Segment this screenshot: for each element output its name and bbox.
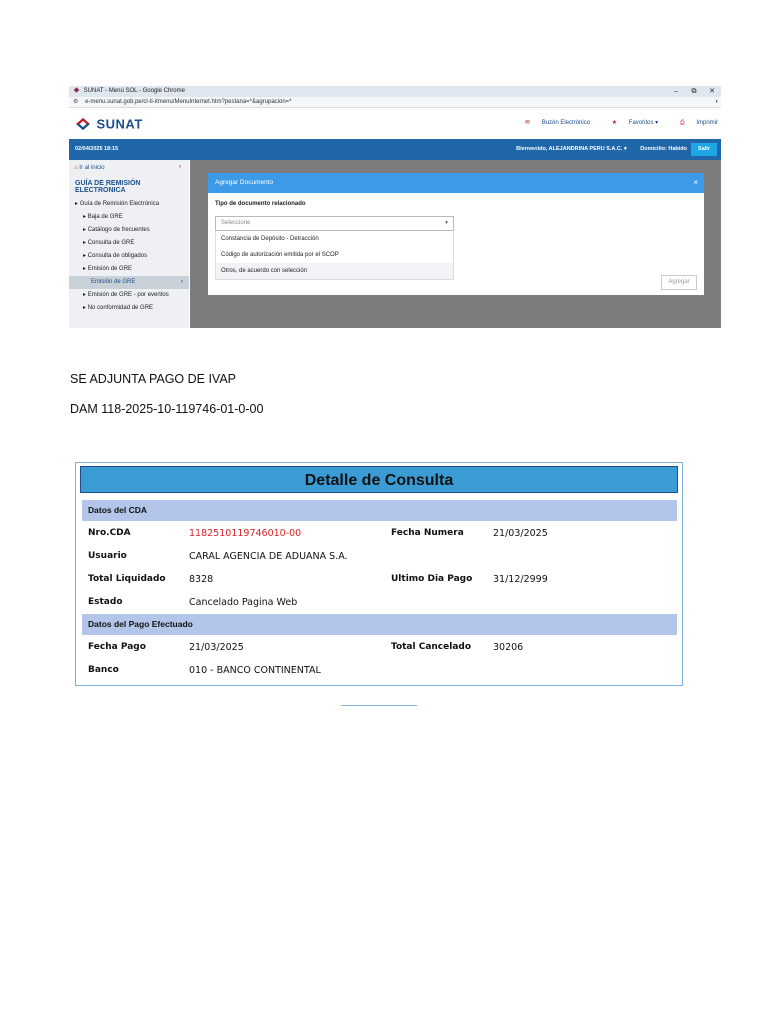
modal-title: Agregar Documento [215, 179, 274, 186]
total-liquidado-label: Total Liquidado [88, 574, 166, 584]
total-cancelado-value: 30206 [493, 642, 524, 653]
sunat-logo-icon [76, 117, 90, 130]
chevron-left-icon[interactable]: ‹ [179, 164, 181, 170]
sidebar-title: GUÍA DE REMISIÓN ELECTRÓNICA [75, 180, 141, 194]
sidebar-menu: ▸ Guía de Remisión Electrónica ▸ Baja de… [69, 198, 189, 315]
banco-label: Banco [88, 665, 119, 675]
section-pago-efectuado: Datos del Pago Efectuado [82, 614, 677, 635]
favoritos-link[interactable]: ★ Favoritos ▾ [602, 120, 658, 126]
fecha-pago-label: Fecha Pago [88, 642, 146, 652]
salir-button[interactable]: Salir [691, 143, 717, 156]
buzon-link[interactable]: ✉ Buzón Electrónico [515, 120, 590, 126]
site-settings-icon[interactable]: ⚙ [73, 99, 78, 105]
header-links: ✉ Buzón Electrónico ★ Favoritos ▾ ⎙ Impr… [505, 119, 718, 127]
tipo-documento-select[interactable]: Seleccione ▼ [215, 216, 454, 231]
select-options: Constancia de Depósito - Detracción Códi… [215, 231, 454, 280]
usuario-value: CARAL AGENCIA DE ADUANA S.A. [189, 551, 348, 562]
address-bar[interactable]: ⚙ e-menu.sunat.gob.pe/cl-ti-itmenu/MenuI… [69, 97, 721, 108]
sunat-favicon-icon [73, 87, 80, 94]
option-otros[interactable]: Otros, de acuerdo con selección [216, 263, 453, 279]
modal-header: Agregar Documento × [208, 173, 704, 193]
sidebar-home-link[interactable]: ⌂ Ir al inicio ‹ [69, 160, 189, 176]
fecha-pago-value: 21/03/2025 [189, 642, 244, 653]
close-icon[interactable]: × [693, 173, 698, 193]
ultimo-dia-label: Ultimo Dia Pago [391, 574, 473, 584]
sidebar-item-no-conformidad[interactable]: ▸ No conformidad de GRE [69, 302, 189, 315]
user-bar: 02/04/2025 18:15 Bienvenido, ALEJANDRINA… [69, 139, 721, 160]
ultimo-dia-value: 31/12/2999 [493, 574, 548, 585]
total-liquidado-value: 8328 [189, 574, 214, 585]
option-scop[interactable]: Código de autorización emitida por el SC… [216, 247, 453, 263]
window-controls: – ⧉ ✕ [667, 86, 721, 97]
modal-backdrop: Agregar Documento × Tipo de documento re… [190, 160, 721, 328]
sidebar-item-baja[interactable]: ▸ Baja de GRE [69, 211, 189, 224]
browser-title: SUNAT - Menú SOL - Google Chrome [83, 88, 185, 94]
sidebar-item-emision[interactable]: ▸ Emisión de GRE [69, 263, 189, 276]
sidebar-item-emision-eventos[interactable]: ▸ Emisión de GRE - por eventos [69, 289, 189, 302]
welcome-user[interactable]: Bienvenido, ALEJANDRINA PERU S.A.C. ▾ [504, 146, 627, 152]
restore-button[interactable]: ⧉ [685, 86, 703, 97]
browser-title-bar: SUNAT - Menú SOL - Google Chrome – ⧉ ✕ [69, 86, 721, 97]
sunat-logo[interactable]: SUNAT [74, 115, 143, 131]
star-icon: ★ [611, 120, 618, 126]
nro-cda-value: 1182510119746010-00 [189, 528, 302, 539]
url-text: e-menu.sunat.gob.pe/cl-ti-itmenu/MenuInt… [85, 99, 292, 105]
tipo-documento-label: Tipo de documento relacionado [215, 201, 306, 207]
note-ivap: SE ADJUNTA PAGO DE IVAP [70, 372, 237, 386]
minimize-button[interactable]: – [667, 86, 685, 97]
section-datos-cda: Datos del CDA [82, 500, 677, 521]
sunat-body: ⌂ Ir al inicio ‹ GUÍA DE REMISIÓN ELECTR… [69, 160, 721, 328]
sidebar-item-consulta-obligados[interactable]: ▸ Consulta de obligados [69, 250, 189, 263]
close-window-button[interactable]: ✕ [703, 86, 721, 97]
option-constancia[interactable]: Constancia de Depósito - Detracción [216, 231, 453, 247]
fecha-numera-value: 21/03/2025 [493, 528, 548, 539]
sunat-screenshot: SUNAT - Menú SOL - Google Chrome – ⧉ ✕ ⚙ e… [69, 86, 721, 328]
usuario-label: Usuario [88, 551, 127, 561]
nro-cda-label: Nro.CDA [88, 528, 131, 538]
sidebar-item-consulta-gre[interactable]: ▸ Consulta de GRE [69, 237, 189, 250]
agregar-button[interactable]: Agregar [661, 275, 697, 290]
sunat-logo-text: SUNAT [96, 116, 143, 132]
divider-line [341, 705, 417, 706]
detalle-title: Detalle de Consulta [80, 466, 678, 493]
detalle-consulta-screenshot: Detalle de Consulta Datos del CDA Nro.CD… [75, 462, 683, 686]
sidebar: ⌂ Ir al inicio ‹ GUÍA DE REMISIÓN ELECTR… [69, 160, 189, 328]
imprimir-link[interactable]: ⎙ Imprimir [670, 120, 718, 126]
user-info: Bienvenido, ALEJANDRINA PERU S.A.C. ▾ Do… [492, 139, 687, 160]
agregar-documento-modal: Agregar Documento × Tipo de documento re… [208, 173, 704, 295]
fecha-numera-label: Fecha Numera [391, 528, 464, 538]
estado-value: Cancelado Pagina Web [189, 597, 298, 608]
note-dam: DAM 118-2025-10-119746-01-0-00 [70, 402, 264, 416]
mail-icon: ✉ [524, 120, 531, 126]
sidebar-item-emision-active[interactable]: Emisión de GRE › [69, 276, 189, 289]
home-icon: ⌂ [74, 165, 78, 171]
sidebar-item-gre[interactable]: ▸ Guía de Remisión Electrónica [69, 198, 189, 211]
banco-value: 010 - BANCO CONTINENTAL [189, 665, 321, 676]
domicilio-status: Domicilio: Habido [640, 146, 687, 152]
datetime: 02/04/2025 18:15 [75, 146, 119, 152]
sidebar-item-catalogo[interactable]: ▸ Catálogo de frecuentes [69, 224, 189, 237]
printer-icon: ⎙ [679, 120, 685, 126]
estado-label: Estado [88, 597, 123, 607]
sunat-header: SUNAT ✉ Buzón Electrónico ★ Favoritos ▾ … [69, 108, 721, 139]
total-cancelado-label: Total Cancelado [391, 642, 472, 652]
caret-down-icon: ▼ [444, 220, 449, 226]
extension-icon[interactable]: ◐ [715, 97, 719, 108]
chevron-right-icon: › [181, 279, 183, 285]
